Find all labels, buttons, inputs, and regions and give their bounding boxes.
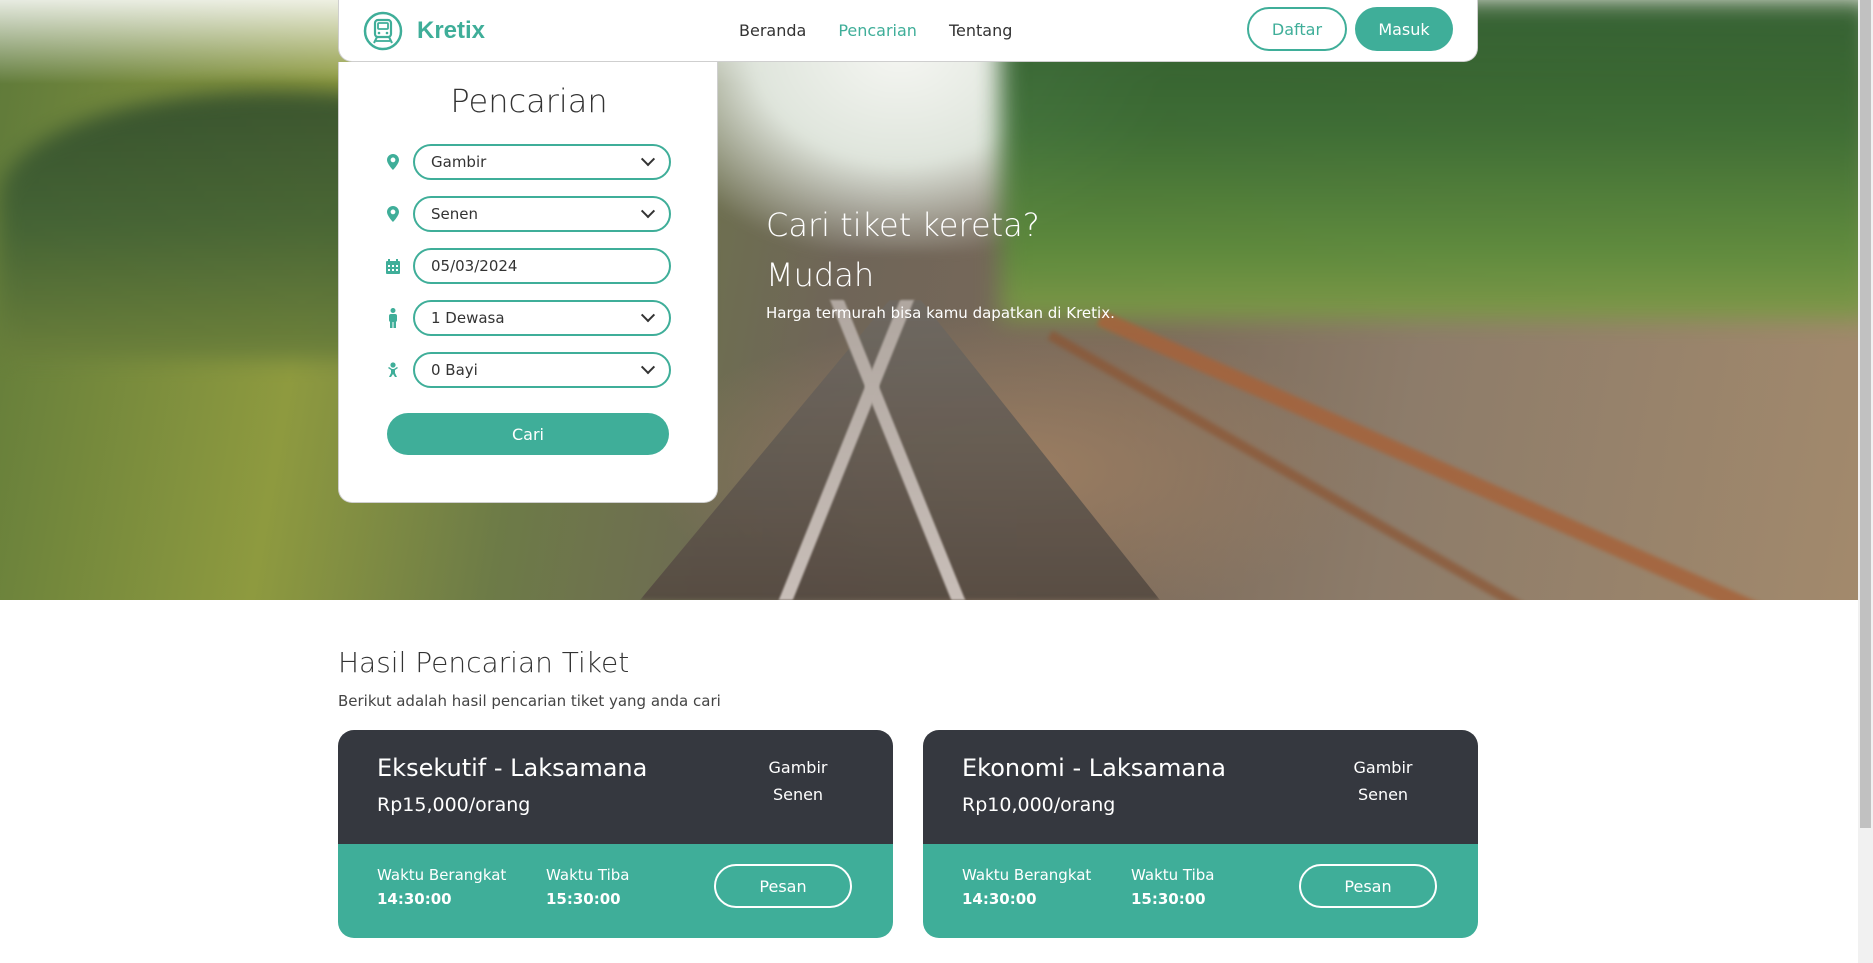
results-title: Hasil Pencarian Tiket: [338, 646, 630, 679]
person-icon: [385, 308, 401, 328]
navbar: Kretix Beranda Pencarian Tentang Daftar …: [338, 0, 1478, 62]
train-logo-icon: [363, 11, 403, 50]
origin-value: Gambir: [431, 153, 487, 171]
scrollbar-thumb[interactable]: [1860, 0, 1871, 828]
register-button[interactable]: Daftar: [1247, 7, 1347, 51]
brand[interactable]: Kretix: [363, 11, 485, 51]
hero-rail-far: [1096, 310, 1873, 600]
chevron-down-icon: [640, 360, 656, 375]
chevron-down-icon: [640, 308, 656, 323]
nav-link-pencarian[interactable]: Pencarian: [838, 21, 917, 40]
infants-value: 0 Bayi: [431, 361, 478, 379]
nav-link-tentang[interactable]: Tentang: [949, 21, 1012, 40]
location-pin-icon: [385, 204, 401, 224]
arrive-label: Waktu Tiba: [1131, 866, 1215, 884]
brand-name: Kretix: [417, 16, 486, 44]
date-value: 05/03/2024: [431, 257, 518, 275]
ticket-header: Ekonomi - Laksamana Rp10,000/orang Gambi…: [923, 730, 1478, 844]
ticket-header: Eksekutif - Laksamana Rp15,000/orang Gam…: [338, 730, 893, 844]
arrive-label: Waktu Tiba: [546, 866, 630, 884]
destination-row: Senen: [385, 196, 671, 232]
hero-text: Cari tiket kereta? Mudah Harga termurah …: [766, 200, 1115, 322]
ticket-from: Gambir: [1353, 758, 1413, 777]
ticket-to: Senen: [772, 785, 824, 804]
ticket-footer: Waktu Berangkat 14:30:00 Waktu Tiba 15:3…: [923, 844, 1478, 938]
ticket-price: Rp10,000/orang: [962, 794, 1116, 816]
calendar-icon: [385, 256, 401, 276]
origin-row: Gambir: [385, 144, 671, 180]
nav-actions: Daftar Masuk: [1247, 7, 1453, 51]
book-button[interactable]: Pesan: [1299, 864, 1437, 908]
ticket-card: Eksekutif - Laksamana Rp15,000/orang Gam…: [338, 730, 893, 938]
chevron-down-icon: [640, 204, 656, 219]
baby-icon: [385, 360, 401, 380]
nav-link-beranda[interactable]: Beranda: [739, 21, 806, 40]
results-subtitle: Berikut adalah hasil pencarian tiket yan…: [338, 692, 721, 710]
ticket-footer: Waktu Berangkat 14:30:00 Waktu Tiba 15:3…: [338, 844, 893, 938]
adults-value: 1 Dewasa: [431, 309, 505, 327]
ticket-from: Gambir: [768, 758, 828, 777]
depart-label: Waktu Berangkat: [962, 866, 1092, 884]
search-button[interactable]: Cari: [387, 413, 669, 455]
depart-time: 14:30:00: [377, 890, 452, 908]
hero-headline-2: Mudah: [766, 256, 875, 294]
arrive-time: 15:30:00: [546, 890, 621, 908]
depart-label: Waktu Berangkat: [377, 866, 507, 884]
date-input[interactable]: 05/03/2024: [413, 248, 671, 284]
ticket-price: Rp15,000/orang: [377, 794, 531, 816]
hero-subtitle: Harga termurah bisa kamu dapatkan di Kre…: [766, 304, 1115, 322]
book-button[interactable]: Pesan: [714, 864, 852, 908]
ticket-route: Gambir Senen: [1323, 754, 1443, 808]
scrollbar[interactable]: [1858, 0, 1873, 963]
nav-links: Beranda Pencarian Tentang: [739, 0, 1012, 60]
ticket-to: Senen: [1357, 785, 1409, 804]
origin-select[interactable]: Gambir: [413, 144, 671, 180]
ticket-card: Ekonomi - Laksamana Rp10,000/orang Gambi…: [923, 730, 1478, 938]
search-title: Pencarian: [450, 82, 608, 120]
hero-headline: Cari tiket kereta?: [766, 206, 1040, 244]
chevron-down-icon: [640, 152, 656, 167]
adults-row: 1 Dewasa: [385, 300, 671, 336]
ticket-name: Ekonomi - Laksamana: [962, 754, 1226, 782]
adults-select[interactable]: 1 Dewasa: [413, 300, 671, 336]
ticket-route: Gambir Senen: [738, 754, 858, 808]
destination-value: Senen: [431, 205, 478, 223]
arrive-time: 15:30:00: [1131, 890, 1206, 908]
ticket-name: Eksekutif - Laksamana: [377, 754, 648, 782]
destination-select[interactable]: Senen: [413, 196, 671, 232]
infants-row: 0 Bayi: [385, 352, 671, 388]
search-card: Pencarian Gambir Senen 05/03/2024 1 Dewa…: [338, 62, 718, 503]
depart-time: 14:30:00: [962, 890, 1037, 908]
location-pin-icon: [385, 152, 401, 172]
infants-select[interactable]: 0 Bayi: [413, 352, 671, 388]
date-row: 05/03/2024: [385, 248, 671, 284]
login-button[interactable]: Masuk: [1355, 7, 1453, 51]
